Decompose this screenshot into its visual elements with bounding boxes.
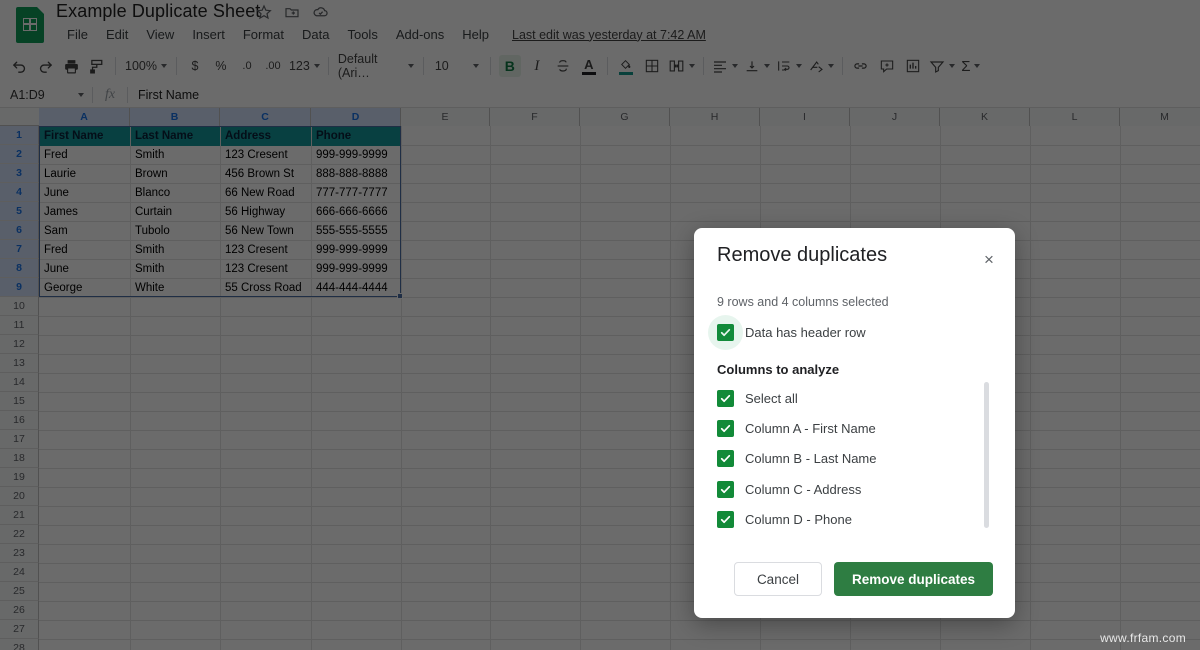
- checkbox-checked-icon: [708, 315, 743, 350]
- spreadsheet-app: Example Duplicate Sheet: [0, 0, 1200, 650]
- checkbox-column-b[interactable]: Column B - Last Name: [717, 450, 877, 467]
- checkbox-column-c[interactable]: Column C - Address: [717, 481, 861, 498]
- watermark: www.frfam.com: [1100, 631, 1186, 645]
- checkbox-label: Column B - Last Name: [745, 451, 877, 466]
- modal-overlay[interactable]: [0, 0, 1200, 650]
- checkbox-select-all[interactable]: Select all: [717, 390, 798, 407]
- close-icon[interactable]: ×: [977, 248, 1001, 272]
- dialog-scrollbar[interactable]: [984, 382, 989, 528]
- dialog-title: Remove duplicates: [717, 244, 888, 266]
- cancel-button[interactable]: Cancel: [733, 562, 822, 596]
- checkbox-label: Column D - Phone: [745, 512, 852, 527]
- dialog-button-row: Cancel Remove duplicates: [694, 562, 1015, 596]
- checkbox-label: Column A - First Name: [745, 421, 876, 436]
- checkbox-checked-icon: [717, 390, 734, 407]
- checkbox-column-a[interactable]: Column A - First Name: [717, 420, 876, 437]
- checkbox-checked-icon: [717, 481, 734, 498]
- checkbox-checked-icon: [717, 420, 734, 437]
- columns-to-analyze-label: Columns to analyze: [717, 362, 840, 377]
- checkbox-checked-icon: [717, 511, 734, 528]
- checkbox-data-has-header-row[interactable]: Data has header row: [708, 315, 866, 350]
- checkbox-checked-icon: [717, 450, 734, 467]
- remove-duplicates-button[interactable]: Remove duplicates: [833, 562, 993, 596]
- selection-summary: 9 rows and 4 columns selected: [717, 295, 889, 309]
- checkbox-column-d[interactable]: Column D - Phone: [717, 511, 852, 528]
- checkbox-label: Data has header row: [745, 325, 866, 340]
- checkbox-label: Select all: [745, 391, 798, 406]
- checkbox-label: Column C - Address: [745, 482, 862, 497]
- remove-duplicates-dialog: Remove duplicates × 9 rows and 4 columns…: [694, 228, 1015, 618]
